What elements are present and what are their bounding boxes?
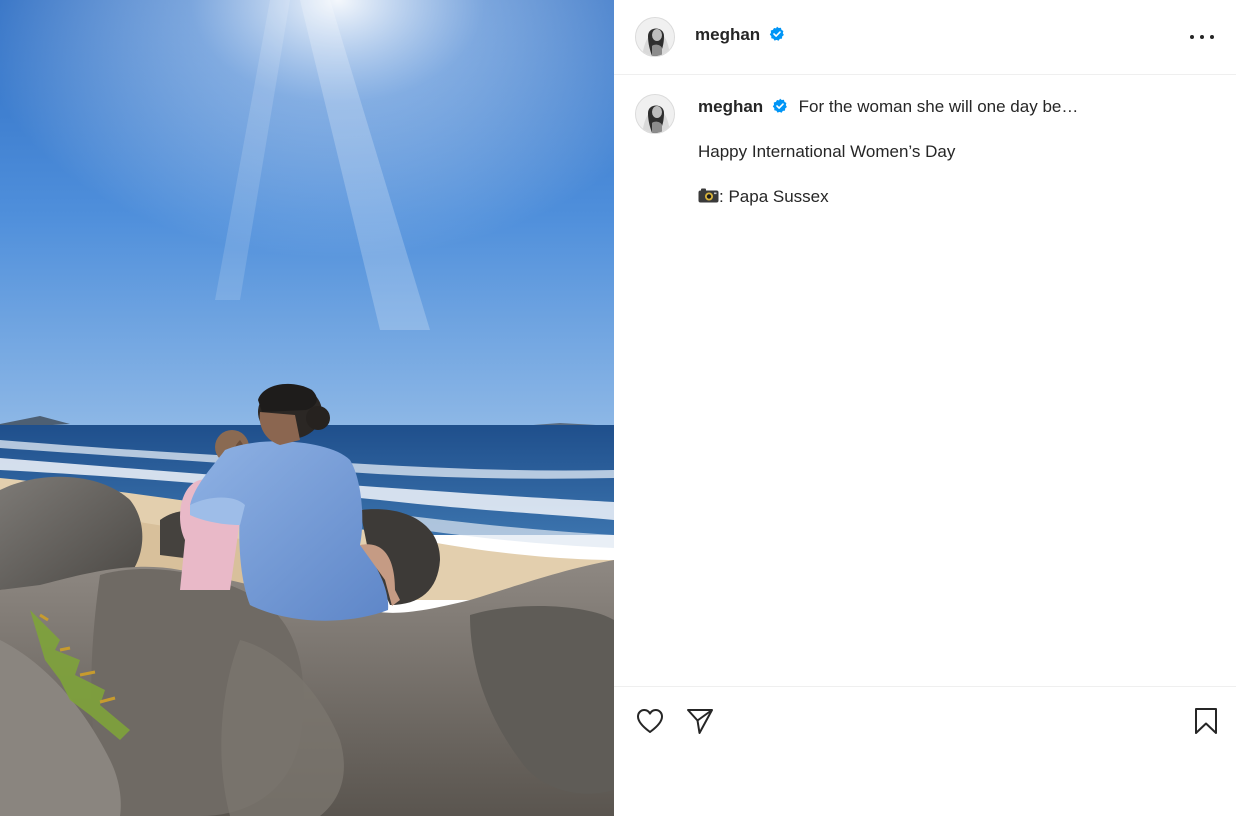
more-options-icon <box>1190 35 1194 39</box>
username-text: meghan <box>695 25 761 44</box>
more-options-icon <box>1210 35 1214 39</box>
verified-badge-icon <box>769 26 784 41</box>
caption-line: : Papa Sussex <box>698 187 829 207</box>
caption-username[interactable]: meghan <box>698 97 763 116</box>
verified-badge-icon <box>772 98 787 113</box>
header-username[interactable]: meghan <box>695 25 785 45</box>
more-options-button[interactable] <box>1190 27 1214 47</box>
share-button[interactable] <box>684 705 716 737</box>
caption-text: For the woman she will one day be… <box>798 97 1079 116</box>
heart-icon <box>637 709 663 733</box>
bookmark-icon <box>1195 708 1217 734</box>
camera-emoji-icon <box>698 188 719 203</box>
caption-first-line: meghan For the woman she will one day be… <box>698 97 1078 117</box>
more-options-icon <box>1200 35 1204 39</box>
post-actions-bar <box>614 686 1236 816</box>
beach-photo-image <box>0 0 614 816</box>
like-button[interactable] <box>634 705 666 737</box>
post-detail-panel: meghan meghan For the woman she will one… <box>614 0 1236 816</box>
photo-credit-text: : Papa Sussex <box>719 187 829 206</box>
profile-picture-image <box>636 95 674 133</box>
caption-line: Happy International Women’s Day <box>698 142 956 161</box>
send-icon <box>687 709 713 734</box>
avatar[interactable] <box>635 17 675 57</box>
profile-picture-image <box>636 18 674 56</box>
post-header: meghan <box>614 0 1236 75</box>
post-photo[interactable] <box>0 0 614 816</box>
save-button[interactable] <box>1190 705 1222 737</box>
avatar[interactable] <box>635 94 675 134</box>
